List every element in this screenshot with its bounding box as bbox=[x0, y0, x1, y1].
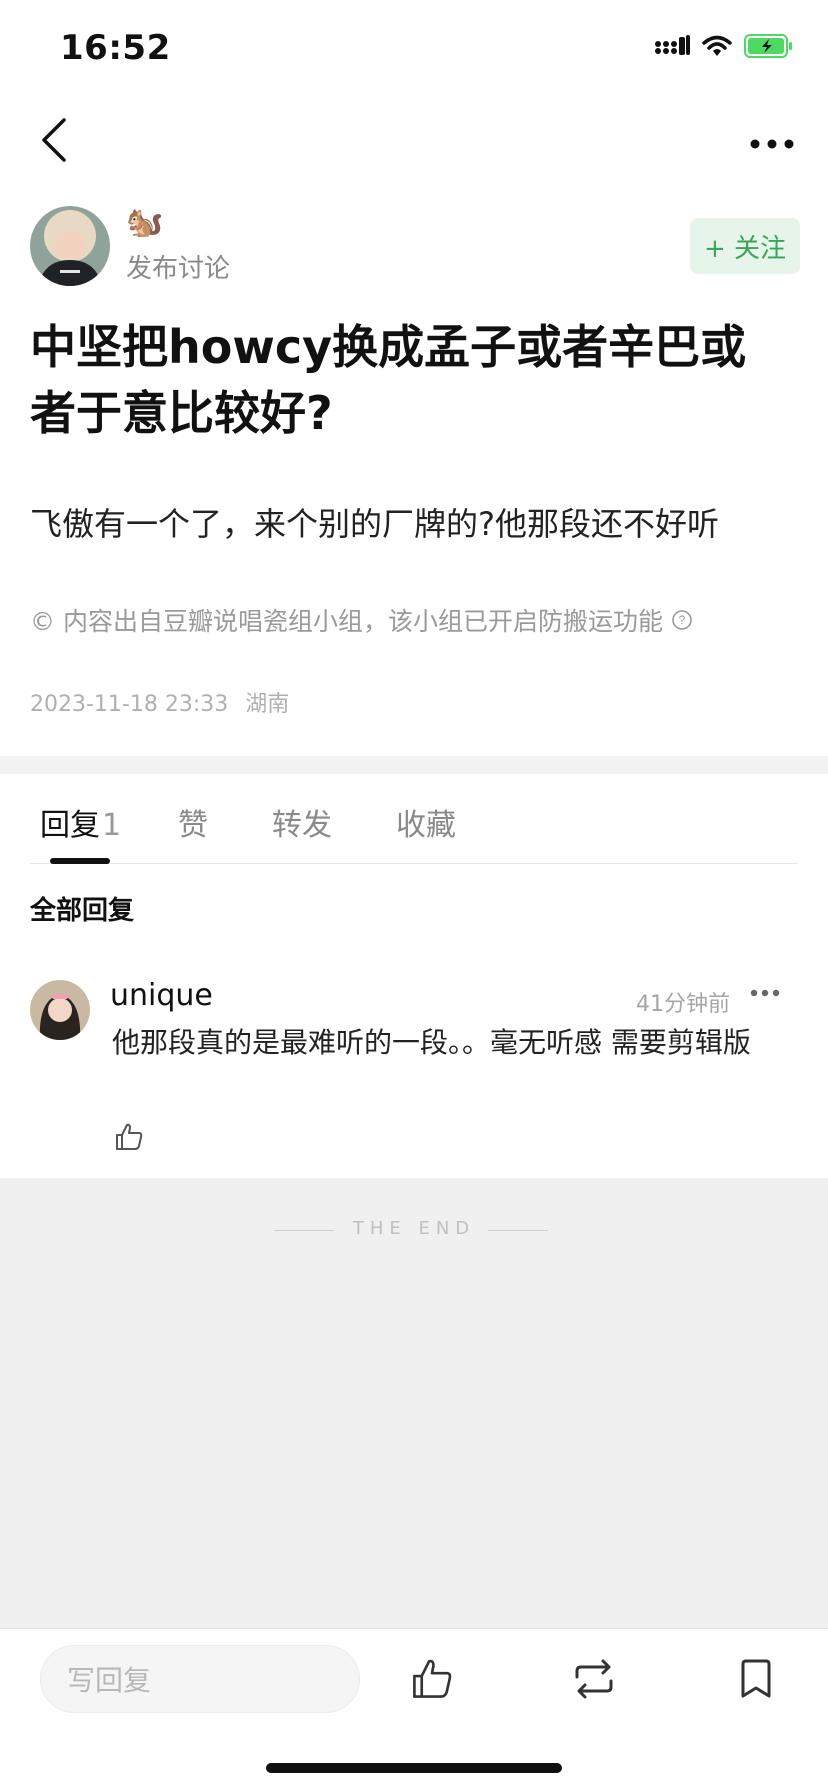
more-horizontal-icon bbox=[750, 989, 780, 997]
home-indicator bbox=[266, 1763, 562, 1773]
post-datetime: 2023-11-18 23:33 bbox=[30, 692, 229, 717]
status-time: 16:52 bbox=[60, 28, 171, 68]
post-title: 中坚把howcy换成孟子或者辛巴或者于意比较好? bbox=[30, 320, 747, 440]
chevron-left-icon bbox=[42, 118, 66, 162]
repost-icon bbox=[575, 1659, 613, 1699]
page: 16:52 🐿️ 发布讨论 + 关注 中坚把howcy换成孟子或者辛巴或者于意比… bbox=[0, 0, 828, 1792]
like-button[interactable] bbox=[402, 1649, 462, 1709]
battery-icon bbox=[744, 34, 792, 58]
tab-reposts[interactable]: 转发 bbox=[272, 800, 332, 844]
section-divider bbox=[0, 756, 828, 774]
bookmark-icon bbox=[741, 1659, 771, 1698]
tab-favorites[interactable]: 收藏 bbox=[396, 800, 456, 844]
comment-like-button[interactable] bbox=[114, 1122, 150, 1158]
bookmark-button[interactable] bbox=[726, 1649, 786, 1709]
all-replies-header: 全部回复 bbox=[30, 896, 135, 926]
author-action: 发布讨论 bbox=[126, 254, 231, 284]
end-area: THE END bbox=[0, 1178, 828, 1628]
thumbs-up-icon bbox=[116, 1123, 143, 1150]
more-button[interactable] bbox=[742, 114, 802, 174]
tab-replies[interactable]: 回复1 bbox=[40, 800, 121, 844]
tab-replies-count: 1 bbox=[102, 808, 122, 843]
back-button[interactable] bbox=[24, 110, 84, 170]
thumbs-up-icon bbox=[413, 1659, 452, 1698]
comment-more-button[interactable] bbox=[750, 982, 790, 1010]
post-location: 湖南 bbox=[245, 692, 290, 717]
svg-text:?: ? bbox=[679, 613, 686, 627]
comment-text: 他那段真的是最难听的一段。。毫无听感 需要剪辑版 bbox=[112, 1026, 751, 1059]
notice-text: © 内容出自豆瓣说唱瓷组小组，该小组已开启防搬运功能 bbox=[30, 607, 663, 636]
reply-input[interactable]: 写回复 bbox=[40, 1645, 360, 1713]
more-horizontal-icon bbox=[750, 139, 794, 149]
post-body: 飞傲有一个了，来个别的厂牌的?他那段还不好听 bbox=[30, 505, 719, 543]
tabs: 回复1 赞 转发 收藏 bbox=[30, 774, 798, 864]
avatar[interactable] bbox=[30, 206, 110, 286]
signal-icon bbox=[655, 35, 690, 55]
post-meta: 2023-11-18 23:33 湖南 bbox=[30, 686, 289, 718]
copyright-notice: © 内容出自豆瓣说唱瓷组小组，该小组已开启防搬运功能 ? bbox=[30, 602, 693, 638]
author-emoji: 🐿️ bbox=[126, 205, 164, 240]
end-line-right bbox=[488, 1230, 548, 1231]
comment-item: unique 41分钟前 他那段真的是最难听的一段。。毫无听感 需要剪辑版 bbox=[30, 978, 800, 1158]
help-icon[interactable]: ? bbox=[671, 609, 693, 631]
bottom-bar: 写回复 bbox=[0, 1628, 828, 1792]
comment-time: 41分钟前 bbox=[636, 992, 730, 1017]
status-icons bbox=[654, 34, 794, 58]
author-row: 🐿️ 发布讨论 + 关注 bbox=[30, 205, 800, 286]
follow-button[interactable]: + 关注 bbox=[690, 218, 800, 274]
nav-bar bbox=[0, 100, 828, 210]
comment-avatar[interactable] bbox=[30, 980, 90, 1040]
status-bar: 16:52 bbox=[0, 0, 828, 100]
tab-likes[interactable]: 赞 bbox=[178, 800, 208, 844]
repost-button[interactable] bbox=[564, 1649, 624, 1709]
end-text: THE END bbox=[352, 1218, 476, 1239]
active-tab-indicator bbox=[50, 858, 110, 864]
tab-replies-label: 回复 bbox=[40, 808, 100, 843]
comment-username[interactable]: unique bbox=[110, 978, 213, 1013]
wifi-icon bbox=[702, 35, 732, 56]
